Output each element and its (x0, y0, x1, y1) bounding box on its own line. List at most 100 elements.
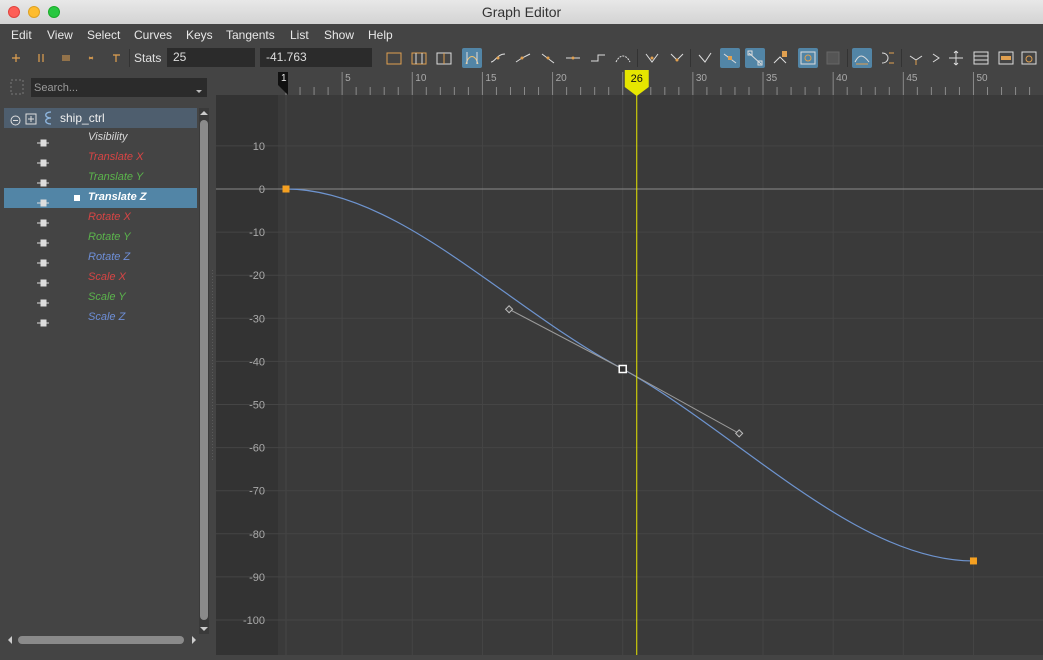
normalize-curves-icon[interactable] (823, 48, 843, 68)
stats-value-field[interactable]: -41.763 (260, 48, 372, 67)
attribute-row-scale-y[interactable]: Scale Y (4, 288, 197, 308)
clamped-tangent-icon[interactable] (513, 48, 533, 68)
attribute-row-translate-y[interactable]: Translate Y (4, 168, 197, 188)
attribute-label: Scale X (88, 271, 126, 283)
filter-icon[interactable] (10, 79, 24, 100)
buffer-curve-icon[interactable] (770, 48, 790, 68)
scroll-left-icon[interactable] (6, 636, 14, 644)
flat-tangent-icon[interactable] (563, 48, 583, 68)
attribute-row-scale-z[interactable]: Scale Z (4, 308, 197, 328)
move-keys-icon[interactable] (946, 48, 966, 68)
post-infinity-icon[interactable] (877, 48, 897, 68)
attribute-label: Scale Z (88, 311, 126, 323)
attribute-label: Translate Z (88, 191, 147, 203)
menu-list[interactable]: List (290, 28, 309, 42)
frame-label: 20 (556, 73, 568, 84)
scroll-up-icon[interactable] (200, 109, 208, 117)
trax-editor-icon[interactable] (996, 48, 1016, 68)
attribute-row-rotate-z[interactable]: Rotate Z (4, 248, 197, 268)
attribute-label: Translate X (88, 151, 144, 163)
keyframe-end[interactable] (969, 557, 977, 565)
pre-infinity-icon[interactable] (852, 48, 872, 68)
keyframe-selected[interactable] (618, 364, 627, 374)
menu-bar: Edit View Select Curves Keys Tangents Li… (0, 24, 1043, 46)
value-label: -60 (249, 443, 265, 455)
attribute-label: Rotate Z (88, 251, 131, 263)
attribute-label: Visibility (88, 131, 128, 143)
free-tangent-weight-icon[interactable] (720, 48, 740, 68)
lock-tangent-weight-icon[interactable] (745, 48, 765, 68)
time-editor-icon[interactable] (1019, 48, 1039, 68)
toolbar-separator (129, 49, 130, 67)
plateau-tangent-icon[interactable] (613, 48, 633, 68)
start-frame-label: 1 (281, 73, 287, 84)
vertical-scroll-thumb[interactable] (200, 120, 208, 620)
menu-view[interactable]: View (47, 28, 73, 42)
frame-label: 45 (906, 73, 918, 84)
horizontal-scroll-thumb[interactable] (18, 636, 184, 644)
value-label: -30 (249, 313, 265, 325)
value-label: -10 (249, 227, 265, 239)
frame-label: 35 (766, 73, 778, 84)
current-time-label: 26 (631, 73, 643, 85)
outliner-horizontal-scrollbar[interactable] (6, 633, 206, 647)
lattice-deform-icon[interactable] (56, 48, 76, 68)
menu-keys[interactable]: Keys (186, 28, 213, 42)
frame-playback-range-icon[interactable] (434, 48, 454, 68)
menu-tangents[interactable]: Tangents (226, 28, 275, 42)
search-input[interactable] (34, 79, 184, 96)
attribute-label: Rotate Y (88, 231, 131, 243)
spline-tangent-icon[interactable] (488, 48, 508, 68)
attribute-row-scale-x[interactable]: Scale X (4, 268, 197, 288)
scroll-right-icon[interactable] (190, 636, 198, 644)
linear-tangent-icon[interactable] (538, 48, 558, 68)
menu-help[interactable]: Help (368, 28, 393, 42)
frame-label: 30 (696, 73, 708, 84)
toolbar-separator (847, 49, 848, 67)
value-label: -20 (249, 270, 265, 282)
menu-edit[interactable]: Edit (11, 28, 32, 42)
break-tangents-icon[interactable] (667, 48, 687, 68)
search-dropdown-icon[interactable] (196, 82, 202, 100)
snap-keys-icon[interactable] (906, 48, 926, 68)
panel-divider[interactable] (209, 70, 216, 655)
auto-frame-icon[interactable] (462, 48, 482, 68)
retime-tool-icon[interactable] (106, 48, 126, 68)
insert-key-tool-icon[interactable] (31, 48, 51, 68)
value-label: -80 (249, 529, 265, 541)
keyframe-start[interactable] (282, 185, 290, 193)
toolbar-separator (690, 49, 691, 67)
attribute-row-rotate-y[interactable]: Rotate Y (4, 228, 197, 248)
outliner-node-row[interactable]: ship_ctrl (4, 108, 197, 128)
frame-label: 50 (976, 73, 988, 84)
graph-view[interactable]: 5 10 15 20 25 30 35 40 45 50 10 0 -10 -2… (216, 70, 1043, 655)
attribute-row-visibility[interactable]: Visibility (4, 128, 197, 148)
menu-show[interactable]: Show (324, 28, 354, 42)
menu-curves[interactable]: Curves (134, 28, 172, 42)
move-key-tool-icon[interactable] (6, 48, 26, 68)
menu-select[interactable]: Select (87, 28, 120, 42)
attribute-list: ship_ctrl Visibility Translate X Transla… (4, 108, 197, 655)
stats-frame-field[interactable]: 25 (167, 48, 255, 67)
dope-sheet-icon[interactable] (971, 48, 991, 68)
frame-all-icon[interactable] (384, 48, 404, 68)
auto-tangent-icon[interactable] (642, 48, 662, 68)
key-icon (36, 314, 50, 332)
attribute-row-translate-z[interactable]: Translate Z (4, 188, 197, 208)
attribute-row-translate-x[interactable]: Translate X (4, 148, 197, 168)
value-label: -100 (243, 615, 265, 627)
scroll-down-icon[interactable] (200, 625, 208, 633)
frame-label: 5 (345, 73, 351, 84)
frame-label: 10 (415, 73, 427, 84)
value-label: -90 (249, 572, 265, 584)
attribute-label: Scale Y (88, 291, 126, 303)
graph-canvas[interactable]: 5 10 15 20 25 30 35 40 45 50 10 0 -10 -2… (216, 70, 1043, 655)
toolbar-separator (901, 49, 902, 67)
outliner-vertical-scrollbar[interactable] (199, 108, 209, 634)
unify-tangents-icon[interactable] (695, 48, 715, 68)
attribute-row-rotate-x[interactable]: Rotate X (4, 208, 197, 228)
frame-selection-icon[interactable] (409, 48, 429, 68)
region-tool-icon[interactable] (81, 48, 101, 68)
step-tangent-icon[interactable] (588, 48, 608, 68)
curve-display-icon[interactable] (798, 48, 818, 68)
